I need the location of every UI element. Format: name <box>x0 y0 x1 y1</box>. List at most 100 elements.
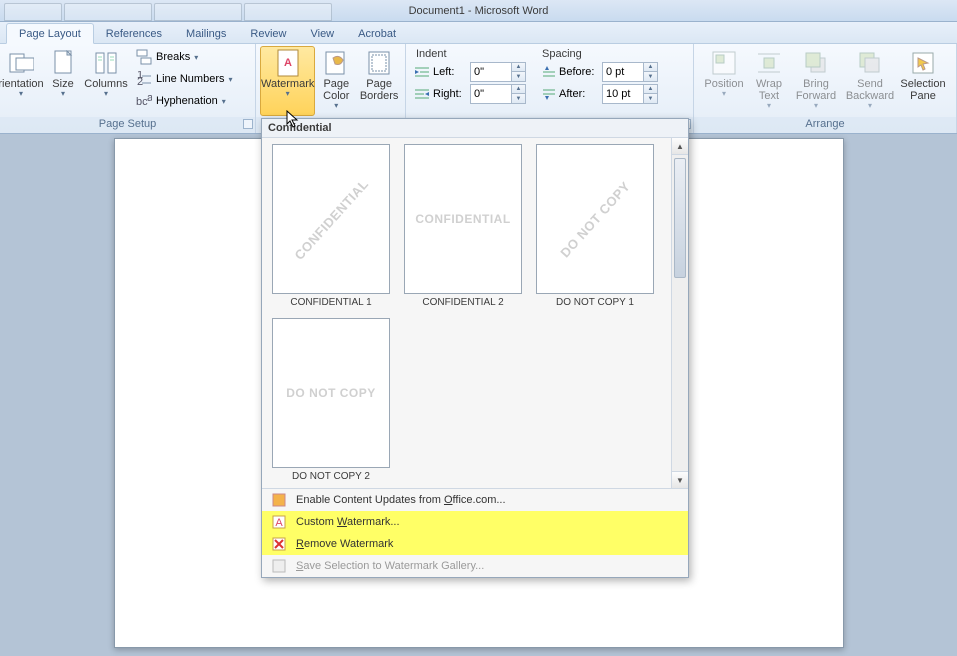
dialog-launcher-icon[interactable] <box>243 119 253 129</box>
chevron-down-icon: ▾ <box>222 97 226 106</box>
spacing-after-input[interactable]: ▲▼ <box>602 84 658 104</box>
spinner[interactable]: ▲▼ <box>643 85 657 103</box>
selection-pane-button[interactable]: Selection Pane <box>898 46 948 116</box>
spacing-heading: Spacing <box>540 46 658 61</box>
columns-icon <box>91 49 121 77</box>
spinner[interactable]: ▲▼ <box>511 63 525 81</box>
chevron-down-icon: ▾ <box>104 89 108 98</box>
indent-left-icon <box>414 65 430 79</box>
columns-button[interactable]: Columns ▾ <box>82 46 130 116</box>
spacing-before-input[interactable]: ▲▼ <box>602 62 658 82</box>
spacing-before-value[interactable] <box>603 63 643 81</box>
bg-tab <box>4 3 62 21</box>
send-backward-button[interactable]: Send Backward ▾ <box>842 46 898 116</box>
hyphenation-button[interactable]: bca- Hyphenation ▾ <box>132 90 237 112</box>
breaks-button[interactable]: Breaks ▾ <box>132 46 237 68</box>
indent-right-value[interactable] <box>471 85 511 103</box>
spacing-after-value[interactable] <box>603 85 643 103</box>
group-page-setup: rientation ▾ Size ▾ Columns ▾ <box>0 44 256 133</box>
scroll-up-arrow-icon[interactable]: ▲ <box>672 138 688 155</box>
orientation-button[interactable]: rientation ▾ <box>0 46 44 116</box>
indent-left-input[interactable]: ▲▼ <box>470 62 526 82</box>
watermark-caption: DO NOT COPY 2 <box>292 471 370 482</box>
gallery-scrollbar[interactable]: ▲ ▼ <box>671 138 688 488</box>
tab-mailings[interactable]: Mailings <box>174 24 238 43</box>
watermark-thumb: DO NOT COPY <box>272 318 390 468</box>
tab-acrobat[interactable]: Acrobat <box>346 24 408 43</box>
window-title: Document1 - Microsoft Word <box>409 5 549 17</box>
page-color-button[interactable]: Page Color ▾ <box>315 46 357 116</box>
chevron-down-icon: ▾ <box>19 89 23 98</box>
watermark-gallery-header: Confidential <box>262 119 688 138</box>
group-label-page-setup: Page Setup <box>0 117 255 133</box>
title-bar: Document1 - Microsoft Word <box>0 0 957 22</box>
group-label-arrange: Arrange <box>694 117 956 133</box>
watermark-item-confidential-1[interactable]: CONFIDENTIAL CONFIDENTIAL 1 <box>270 144 392 308</box>
menu-custom-watermark[interactable]: A Custom Watermark... <box>262 511 688 533</box>
menu-enable-office-updates[interactable]: Enable Content Updates from Office.com..… <box>262 489 688 511</box>
save-gallery-icon <box>270 558 288 574</box>
spacing-section: Spacing Before: ▲▼ After: ▲▼ <box>540 46 658 105</box>
chevron-down-icon: ▾ <box>228 75 232 84</box>
tab-view[interactable]: View <box>298 24 346 43</box>
selection-pane-label: Selection Pane <box>899 78 947 102</box>
bg-tab <box>154 3 242 21</box>
position-button[interactable]: Position ▾ <box>700 46 748 116</box>
hyphenation-icon: bca- <box>136 93 152 109</box>
wrap-text-label: Wrap Text <box>749 78 789 102</box>
title-sep: - <box>465 5 475 17</box>
bring-forward-button[interactable]: Bring Forward ▾ <box>790 46 842 116</box>
bring-forward-icon <box>801 49 831 77</box>
page-borders-button[interactable]: Page Borders <box>357 46 401 116</box>
watermark-item-confidential-2[interactable]: CONFIDENTIAL CONFIDENTIAL 2 <box>402 144 524 308</box>
spinner[interactable]: ▲▼ <box>511 85 525 103</box>
background-window-tabs <box>0 0 332 22</box>
position-icon <box>709 49 739 77</box>
indent-section: Indent Left: ▲▼ Right: ▲▼ <box>414 46 526 105</box>
scrollbar-thumb[interactable] <box>674 158 686 278</box>
spacing-before-row: Before: ▲▼ <box>540 61 658 83</box>
spacing-after-icon <box>540 87 556 101</box>
hyphenation-label: Hyphenation <box>156 95 218 107</box>
watermark-gallery-scroll: CONFIDENTIAL CONFIDENTIAL 1 CONFIDENTIAL… <box>262 138 688 488</box>
remove-watermark-icon <box>270 536 288 552</box>
spacing-after-row: After: ▲▼ <box>540 83 658 105</box>
menu-save-selection: Save Selection to Watermark Gallery... <box>262 555 688 577</box>
menu-label: Custom Watermark... <box>296 516 400 528</box>
group-arrange: Position ▾ Wrap Text ▾ Bring Forward ▾ S… <box>694 44 957 133</box>
watermark-thumb: CONFIDENTIAL <box>404 144 522 294</box>
doc-name: Document1 <box>409 5 465 17</box>
watermark-thumb: DO NOT COPY <box>536 144 654 294</box>
spinner[interactable]: ▲▼ <box>643 63 657 81</box>
chevron-down-icon: ▾ <box>868 101 872 110</box>
spacing-before-icon <box>540 65 556 79</box>
size-icon <box>48 49 78 77</box>
watermark-item-do-not-copy-2[interactable]: DO NOT COPY DO NOT COPY 2 <box>270 318 392 482</box>
menu-remove-watermark[interactable]: Remove Watermark <box>262 533 688 555</box>
chevron-down-icon: ▾ <box>767 101 771 110</box>
custom-watermark-icon: A <box>270 514 288 530</box>
menu-label: Remove Watermark <box>296 538 393 550</box>
chevron-down-icon: ▾ <box>194 53 198 62</box>
menu-label: Save Selection to Watermark Gallery... <box>296 560 484 572</box>
tab-references[interactable]: References <box>94 24 174 43</box>
tab-page-layout[interactable]: Page Layout <box>6 23 94 44</box>
orientation-icon <box>6 49 36 77</box>
watermark-gallery-grid: CONFIDENTIAL CONFIDENTIAL 1 CONFIDENTIAL… <box>270 144 670 482</box>
indent-right-input[interactable]: ▲▼ <box>470 84 526 104</box>
selection-pane-icon <box>908 49 938 77</box>
breaks-label: Breaks <box>156 51 190 63</box>
watermark-item-do-not-copy-1[interactable]: DO NOT COPY DO NOT COPY 1 <box>534 144 656 308</box>
page-color-label: Page Color <box>316 78 356 102</box>
scroll-down-arrow-icon[interactable]: ▼ <box>672 471 688 488</box>
spacing-after-label: After: <box>559 88 599 100</box>
tab-review[interactable]: Review <box>238 24 298 43</box>
bring-forward-label: Bring Forward <box>791 78 841 102</box>
size-button[interactable]: Size ▾ <box>44 46 82 116</box>
watermark-button[interactable]: A Watermark ▾ <box>260 46 315 116</box>
line-numbers-button[interactable]: 12 Line Numbers ▾ <box>132 68 237 90</box>
spacing-before-label: Before: <box>559 66 599 78</box>
svg-text:2: 2 <box>137 76 143 87</box>
indent-left-value[interactable] <box>471 63 511 81</box>
wrap-text-button[interactable]: Wrap Text ▾ <box>748 46 790 116</box>
